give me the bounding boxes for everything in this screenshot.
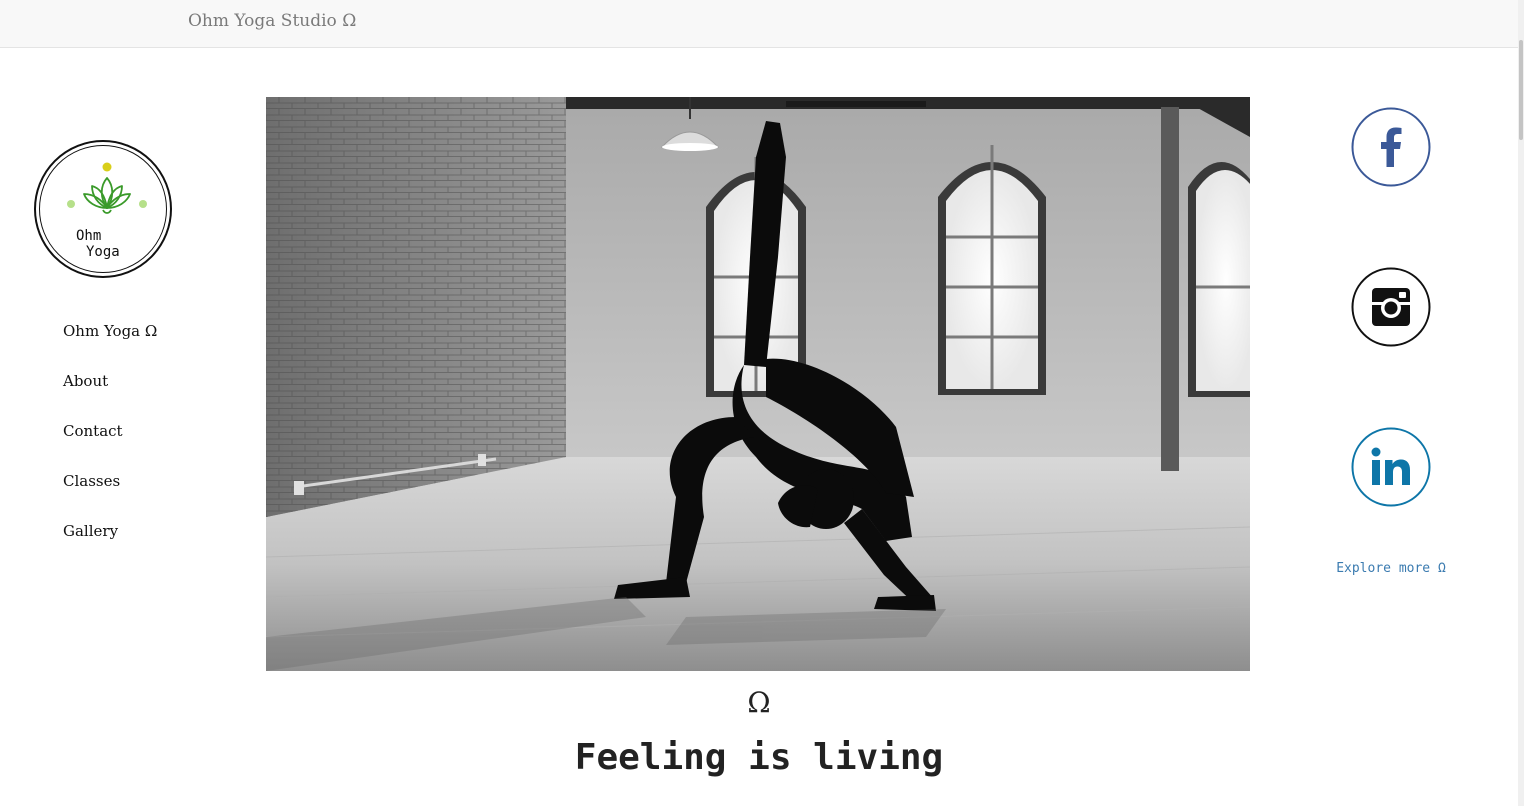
lotus-icon bbox=[67, 162, 147, 214]
logo-text-line1: Ohm bbox=[76, 228, 102, 244]
facebook-icon bbox=[1351, 107, 1431, 187]
linkedin-icon bbox=[1351, 427, 1431, 507]
instagram-icon bbox=[1351, 267, 1431, 347]
omega-symbol: Ω bbox=[747, 686, 771, 719]
logo-text-line2: Yoga bbox=[86, 244, 120, 260]
hero-image bbox=[266, 97, 1250, 671]
page-headline: Feeling is living bbox=[574, 737, 944, 778]
sidebar-item-gallery[interactable]: Gallery bbox=[63, 522, 157, 572]
explore-more-link[interactable]: Explore more Ω bbox=[1291, 561, 1491, 576]
logo-inner-ring: Ohm Yoga bbox=[39, 145, 167, 273]
sidebar-item-home[interactable]: Ohm Yoga Ω bbox=[63, 322, 157, 372]
sidebar-item-contact[interactable]: Contact bbox=[63, 422, 157, 472]
facebook-link[interactable] bbox=[1351, 107, 1431, 187]
page-scrollbar[interactable] bbox=[1518, 0, 1524, 806]
logo-text: Ohm Yoga bbox=[40, 228, 174, 260]
top-navbar: Ohm Yoga Studio Ω bbox=[0, 0, 1518, 48]
studio-logo[interactable]: Ohm Yoga bbox=[34, 140, 172, 278]
scrollbar-thumb[interactable] bbox=[1519, 40, 1523, 140]
sidebar-nav: Ohm Yoga Ω About Contact Classes Gallery bbox=[63, 322, 157, 572]
linkedin-link[interactable] bbox=[1351, 427, 1431, 507]
sidebar-item-classes[interactable]: Classes bbox=[63, 472, 157, 522]
instagram-link[interactable] bbox=[1351, 267, 1431, 347]
sidebar-item-about[interactable]: About bbox=[63, 372, 157, 422]
hero-photo bbox=[266, 97, 1250, 671]
brand-link[interactable]: Ohm Yoga Studio Ω bbox=[188, 11, 356, 31]
